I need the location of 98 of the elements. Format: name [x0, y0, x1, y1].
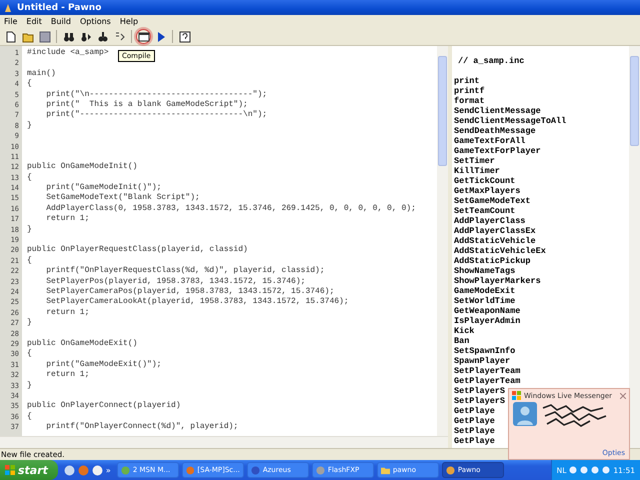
code-line: print(" This is a blank GameModeScript"); — [45, 100, 248, 110]
binoculars-arrow-icon — [80, 30, 92, 42]
menu-item[interactable]: Options — [80, 17, 111, 26]
function-item[interactable]: AddPlayerClassEx — [454, 226, 536, 236]
function-item[interactable]: SetPlayerS — [454, 386, 506, 396]
code-line: main() — [27, 68, 56, 79]
app-icon — [446, 466, 455, 474]
vertical-scrollbar[interactable] — [437, 46, 448, 436]
function-item[interactable]: GetTickCount — [454, 176, 516, 186]
new-file-icon — [4, 30, 16, 42]
function-item[interactable]: GetPlaye — [454, 406, 495, 416]
code-line: public OnPlayerRequestClass(playerid, classid) — [27, 245, 248, 256]
arrow-list-icon — [114, 30, 126, 42]
code-line: AddPlayerClass(0, 1958.3783, 1343.1572, 15.3746, 269.1425, 0, 0, 0, 0, 0, 0); — [45, 204, 416, 214]
app-icon — [3, 2, 13, 12]
more-chevron[interactable]: » — [106, 466, 111, 474]
function-item[interactable]: SetTimer — [454, 156, 495, 166]
windows-logo-icon — [5, 465, 15, 475]
function-item[interactable]: AddStaticVehicleEx — [454, 246, 546, 256]
function-item[interactable]: Ban — [454, 336, 470, 346]
menu-item[interactable]: Build — [50, 17, 71, 26]
function-item[interactable]: SetGameModeText — [454, 196, 531, 206]
window-title: Untitled - Pawno — [17, 2, 102, 12]
list-header: // a_samp.inc — [458, 56, 524, 66]
function-item[interactable]: GetPlaye — [454, 436, 495, 446]
function-item[interactable]: SetPlaye — [454, 426, 495, 436]
code-line: { — [27, 79, 32, 90]
function-item[interactable]: GetPlayerTeam — [454, 376, 520, 386]
code-line: print("----------------------------------\n"); — [45, 110, 268, 121]
function-item[interactable]: SetPlayerS — [454, 396, 506, 406]
function-item[interactable]: SendClientMessage — [454, 106, 541, 116]
function-item[interactable]: IsPlayerAdmin — [454, 316, 520, 326]
start-button[interactable]: start — [0, 460, 58, 480]
menu-item[interactable]: File — [4, 17, 18, 26]
function-item[interactable]: SendDeathMessage — [454, 126, 536, 136]
function-item[interactable]: GetMaxPlayers — [454, 186, 520, 196]
function-item[interactable]: SetSpawnInfo — [454, 346, 516, 356]
code-line: return 1; — [45, 308, 90, 318]
code-line: public OnGameModeExit() — [27, 338, 138, 349]
code-line: print("GameModeInit()"); — [45, 183, 162, 193]
function-item[interactable]: SetTeamCount — [454, 206, 516, 216]
code-line: SetPlayerCameraLookAt(playerid, 1958.3783, 1343.1572, 15.3746); — [45, 297, 349, 308]
vertical-scrollbar[interactable] — [629, 46, 640, 448]
code-editor[interactable] — [0, 46, 448, 436]
code-line: return 1; — [45, 214, 90, 225]
menu-item[interactable]: Help — [120, 17, 138, 26]
help-icon — [178, 30, 190, 42]
code-line: } — [27, 120, 32, 132]
code-line: { — [27, 172, 32, 184]
function-item[interactable]: ShowPlayerMarkers — [454, 276, 541, 286]
function-item[interactable]: KillTimer — [454, 166, 500, 176]
function-item[interactable]: format — [454, 96, 485, 106]
code-line: SetPlayerPos(playerid, 1958.3783, 1343.1572, 15.3746); — [45, 276, 306, 287]
function-item[interactable]: printf — [454, 86, 485, 96]
code-line: } — [27, 224, 32, 236]
function-item[interactable]: ShowNameTags — [454, 266, 516, 276]
window-icon — [138, 30, 150, 42]
quick-launch-icon[interactable] — [92, 464, 103, 476]
function-item[interactable]: print — [454, 76, 480, 86]
function-item[interactable]: GameTextForAll — [454, 136, 526, 146]
windows-flag-icon — [512, 391, 521, 400]
open-folder-icon — [22, 30, 34, 42]
circled-toolbar-button[interactable] — [136, 29, 151, 44]
code-line: } — [27, 380, 32, 391]
code-line: printf("OnPlayerConnect(%d)", playerid); — [45, 422, 238, 432]
code-line: SetGameModeText("Blank Script"); — [45, 193, 200, 204]
avatar-silhouette — [513, 402, 537, 426]
code-line: SetPlayerCameraPos(playerid, 1958.3783, 1343.1572, 15.3746); — [45, 286, 334, 297]
code-line: } — [27, 318, 32, 329]
code-line: #include <a_samp> — [27, 48, 109, 58]
folder-icon — [380, 466, 390, 474]
function-item[interactable]: AddStaticPickup — [454, 256, 531, 266]
function-item[interactable]: SpawnPlayer — [454, 356, 510, 366]
code-line: { — [27, 349, 32, 360]
function-item[interactable]: GetPlaye — [454, 416, 495, 426]
code-line: public OnPlayerConnect(playerid) — [27, 401, 181, 412]
function-item[interactable]: SendClientMessageToAll — [454, 116, 566, 126]
binoculars-icon — [62, 30, 74, 42]
code-line: printf("OnPlayerRequestClass(%d, %d)", playerid, classid); — [45, 266, 325, 277]
function-item[interactable]: SetPlayerTeam — [454, 366, 520, 376]
toolbar-button[interactable] — [177, 29, 192, 44]
code-line: print("\n----------------------------------"); — [45, 90, 268, 100]
code-line: { — [27, 412, 32, 422]
function-item[interactable]: GameTextForPlayer — [454, 146, 541, 156]
function-item[interactable]: GameModeExit — [454, 286, 516, 296]
close-icon[interactable] — [620, 392, 626, 398]
quick-launch-icon[interactable] — [64, 464, 75, 476]
function-item[interactable]: AddPlayerClass — [454, 216, 526, 226]
horizontal-scrollbar[interactable] — [0, 436, 448, 448]
function-item[interactable]: Kick — [454, 326, 474, 336]
function-item[interactable]: AddStaticVehicle — [454, 236, 536, 246]
code-line: { — [27, 256, 32, 266]
function-item[interactable]: SetWorldTime — [454, 296, 516, 306]
code-line: print("GameModeExit()"); — [45, 360, 162, 370]
code-line: public OnGameModeInit() — [27, 162, 138, 173]
function-item[interactable]: GetWeaponName — [454, 306, 520, 316]
code-line: return 1; — [45, 370, 90, 380]
menu-item[interactable]: Edit — [26, 17, 42, 26]
